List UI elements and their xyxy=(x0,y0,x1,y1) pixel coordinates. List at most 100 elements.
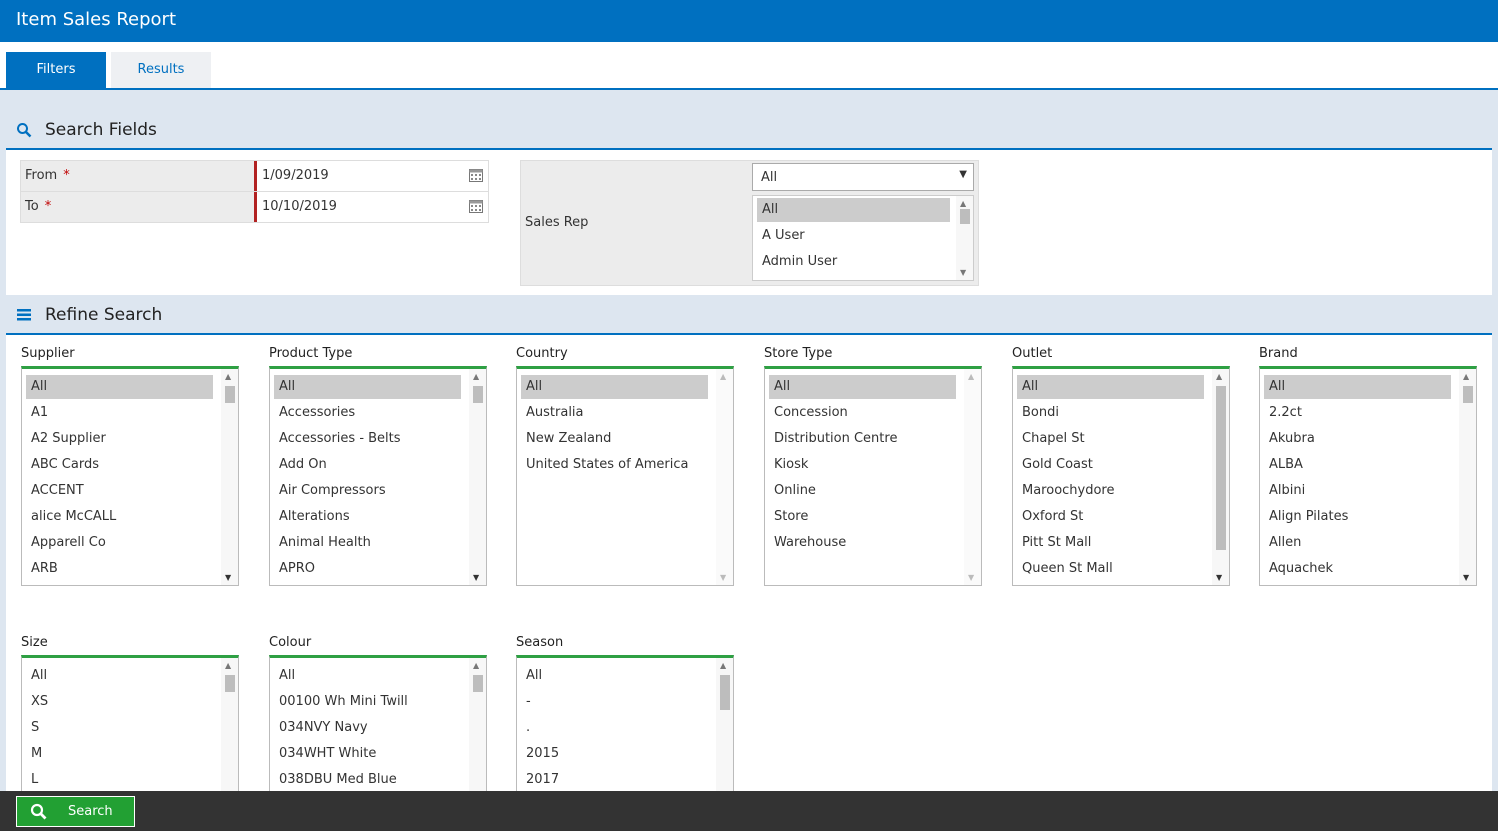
list-item[interactable]: Align Pilates xyxy=(1264,505,1348,529)
list-item[interactable]: 2.2ct xyxy=(1264,401,1302,425)
scroll-up-icon[interactable]: ▲ xyxy=(960,199,966,208)
scroll-down-icon[interactable]: ▼ xyxy=(1216,573,1222,582)
list-item[interactable]: Air Compressors xyxy=(274,479,386,503)
scroll-up-icon[interactable]: ▲ xyxy=(225,372,231,381)
scrollbar[interactable]: ▲ xyxy=(469,658,486,804)
list-item[interactable]: Aquachek xyxy=(1264,557,1333,581)
scrollbar[interactable]: ▲ xyxy=(221,658,238,804)
brand-list[interactable]: All 2.2ct Akubra ALBA Albini Align Pilat… xyxy=(1259,366,1477,586)
list-item[interactable]: A1 xyxy=(26,401,48,425)
list-item[interactable]: Admin User xyxy=(757,250,837,274)
scroll-thumb[interactable] xyxy=(1216,386,1226,550)
scroll-up-icon[interactable]: ▲ xyxy=(720,661,726,670)
scroll-thumb[interactable] xyxy=(960,209,970,224)
scroll-thumb[interactable] xyxy=(720,675,730,710)
scroll-up-icon[interactable]: ▲ xyxy=(473,372,479,381)
list-item[interactable]: All xyxy=(521,375,708,399)
list-item[interactable]: . xyxy=(521,716,530,740)
scroll-down-icon[interactable]: ▼ xyxy=(960,268,966,277)
list-item[interactable]: All xyxy=(1017,375,1204,399)
list-item[interactable]: Pitt St Mall xyxy=(1017,531,1091,555)
list-item[interactable]: Gold Coast xyxy=(1017,453,1093,477)
list-item[interactable]: All xyxy=(769,375,956,399)
list-item[interactable]: ABC Cards xyxy=(26,453,99,477)
scroll-thumb[interactable] xyxy=(225,675,235,692)
list-item[interactable]: Accessories - Belts xyxy=(274,427,401,451)
scrollbar[interactable]: ▲ ▼ xyxy=(221,369,238,585)
list-item[interactable]: Maroochydore xyxy=(1017,479,1115,503)
store-type-list[interactable]: All Concession Distribution Centre Kiosk… xyxy=(764,366,982,586)
list-item[interactable]: All xyxy=(26,375,213,399)
list-item[interactable]: ARB xyxy=(26,557,58,581)
list-item[interactable]: 00100 Wh Mini Twill xyxy=(274,690,408,714)
scrollbar[interactable]: ▲ ▼ xyxy=(956,196,973,280)
scrollbar[interactable]: ▲ ▼ xyxy=(469,369,486,585)
list-item[interactable]: M xyxy=(26,742,42,766)
scrollbar[interactable]: ▲ ▼ xyxy=(1459,369,1476,585)
tab-results[interactable]: Results xyxy=(111,52,211,88)
scroll-up-icon[interactable]: ▲ xyxy=(225,661,231,670)
scroll-down-icon[interactable]: ▼ xyxy=(720,573,726,582)
scroll-thumb[interactable] xyxy=(473,675,483,692)
colour-list[interactable]: All 00100 Wh Mini Twill 034NVY Navy 034W… xyxy=(269,655,487,805)
scrollbar[interactable]: ▲ ▼ xyxy=(1212,369,1229,585)
list-item[interactable]: Animal Health xyxy=(274,531,371,555)
list-item[interactable]: ACCENT xyxy=(26,479,84,503)
calendar-icon[interactable] xyxy=(469,200,483,213)
list-item[interactable]: New Zealand xyxy=(521,427,611,451)
list-item[interactable]: Allen xyxy=(1264,531,1301,555)
scroll-up-icon[interactable]: ▲ xyxy=(968,372,974,381)
scroll-thumb[interactable] xyxy=(1463,386,1473,403)
list-item[interactable]: L xyxy=(26,768,38,792)
scroll-up-icon[interactable]: ▲ xyxy=(1216,372,1222,381)
list-item[interactable]: Apparell Co xyxy=(26,531,106,555)
list-item[interactable]: United States of America xyxy=(521,453,688,477)
list-item[interactable]: Kiosk xyxy=(769,453,808,477)
size-list[interactable]: All XS S M L ▲ xyxy=(21,655,239,805)
product-type-list[interactable]: All Accessories Accessories - Belts Add … xyxy=(269,366,487,586)
scrollbar[interactable]: ▲ xyxy=(716,658,733,804)
season-list[interactable]: All - . 2015 2017 ▲ xyxy=(516,655,734,805)
list-item[interactable]: Australia xyxy=(521,401,584,425)
search-button[interactable]: Search xyxy=(16,796,135,827)
from-date-input[interactable]: 1/09/2019 xyxy=(254,161,488,191)
calendar-icon[interactable] xyxy=(469,169,483,182)
outlet-list[interactable]: All Bondi Chapel St Gold Coast Maroochyd… xyxy=(1012,366,1230,586)
list-item[interactable]: - xyxy=(521,690,531,714)
list-item[interactable]: ALBA xyxy=(1264,453,1303,477)
list-item[interactable]: Bondi xyxy=(1017,401,1059,425)
list-item[interactable]: All xyxy=(521,664,542,688)
list-item[interactable]: Concession xyxy=(769,401,848,425)
scroll-thumb[interactable] xyxy=(225,386,235,403)
list-item[interactable]: All xyxy=(274,375,461,399)
tab-filters[interactable]: Filters xyxy=(6,52,106,88)
list-item[interactable]: XS xyxy=(26,690,48,714)
list-item[interactable]: Alterations xyxy=(274,505,350,529)
to-date-input[interactable]: 10/10/2019 xyxy=(254,192,488,222)
list-item[interactable]: 2017 xyxy=(521,768,559,792)
list-item[interactable]: A2 Supplier xyxy=(26,427,106,451)
scroll-down-icon[interactable]: ▼ xyxy=(225,573,231,582)
list-item[interactable]: Queen St Mall xyxy=(1017,557,1113,581)
scroll-up-icon[interactable]: ▲ xyxy=(473,661,479,670)
list-item[interactable]: All xyxy=(274,664,295,688)
list-item[interactable]: All xyxy=(26,664,47,688)
list-item[interactable]: 034NVY Navy xyxy=(274,716,368,740)
list-item[interactable]: S xyxy=(26,716,39,740)
list-item[interactable]: 2015 xyxy=(521,742,559,766)
list-item[interactable]: Store xyxy=(769,505,808,529)
country-list[interactable]: All Australia New Zealand United States … xyxy=(516,366,734,586)
scroll-down-icon[interactable]: ▼ xyxy=(968,573,974,582)
supplier-list[interactable]: All A1 A2 Supplier ABC Cards ACCENT alic… xyxy=(21,366,239,586)
sales-rep-list[interactable]: All A User Admin User ▲ ▼ xyxy=(752,195,974,281)
list-item[interactable]: Akubra xyxy=(1264,427,1315,451)
list-item[interactable]: APRO xyxy=(274,557,315,581)
list-item[interactable]: Oxford St xyxy=(1017,505,1083,529)
list-item[interactable]: alice McCALL xyxy=(26,505,116,529)
list-item[interactable]: All xyxy=(757,198,950,222)
scroll-down-icon[interactable]: ▼ xyxy=(1463,573,1469,582)
scrollbar[interactable]: ▲ ▼ xyxy=(716,369,733,585)
list-item[interactable]: Online xyxy=(769,479,816,503)
list-item[interactable]: 034WHT White xyxy=(274,742,376,766)
list-item[interactable]: A User xyxy=(757,224,805,248)
